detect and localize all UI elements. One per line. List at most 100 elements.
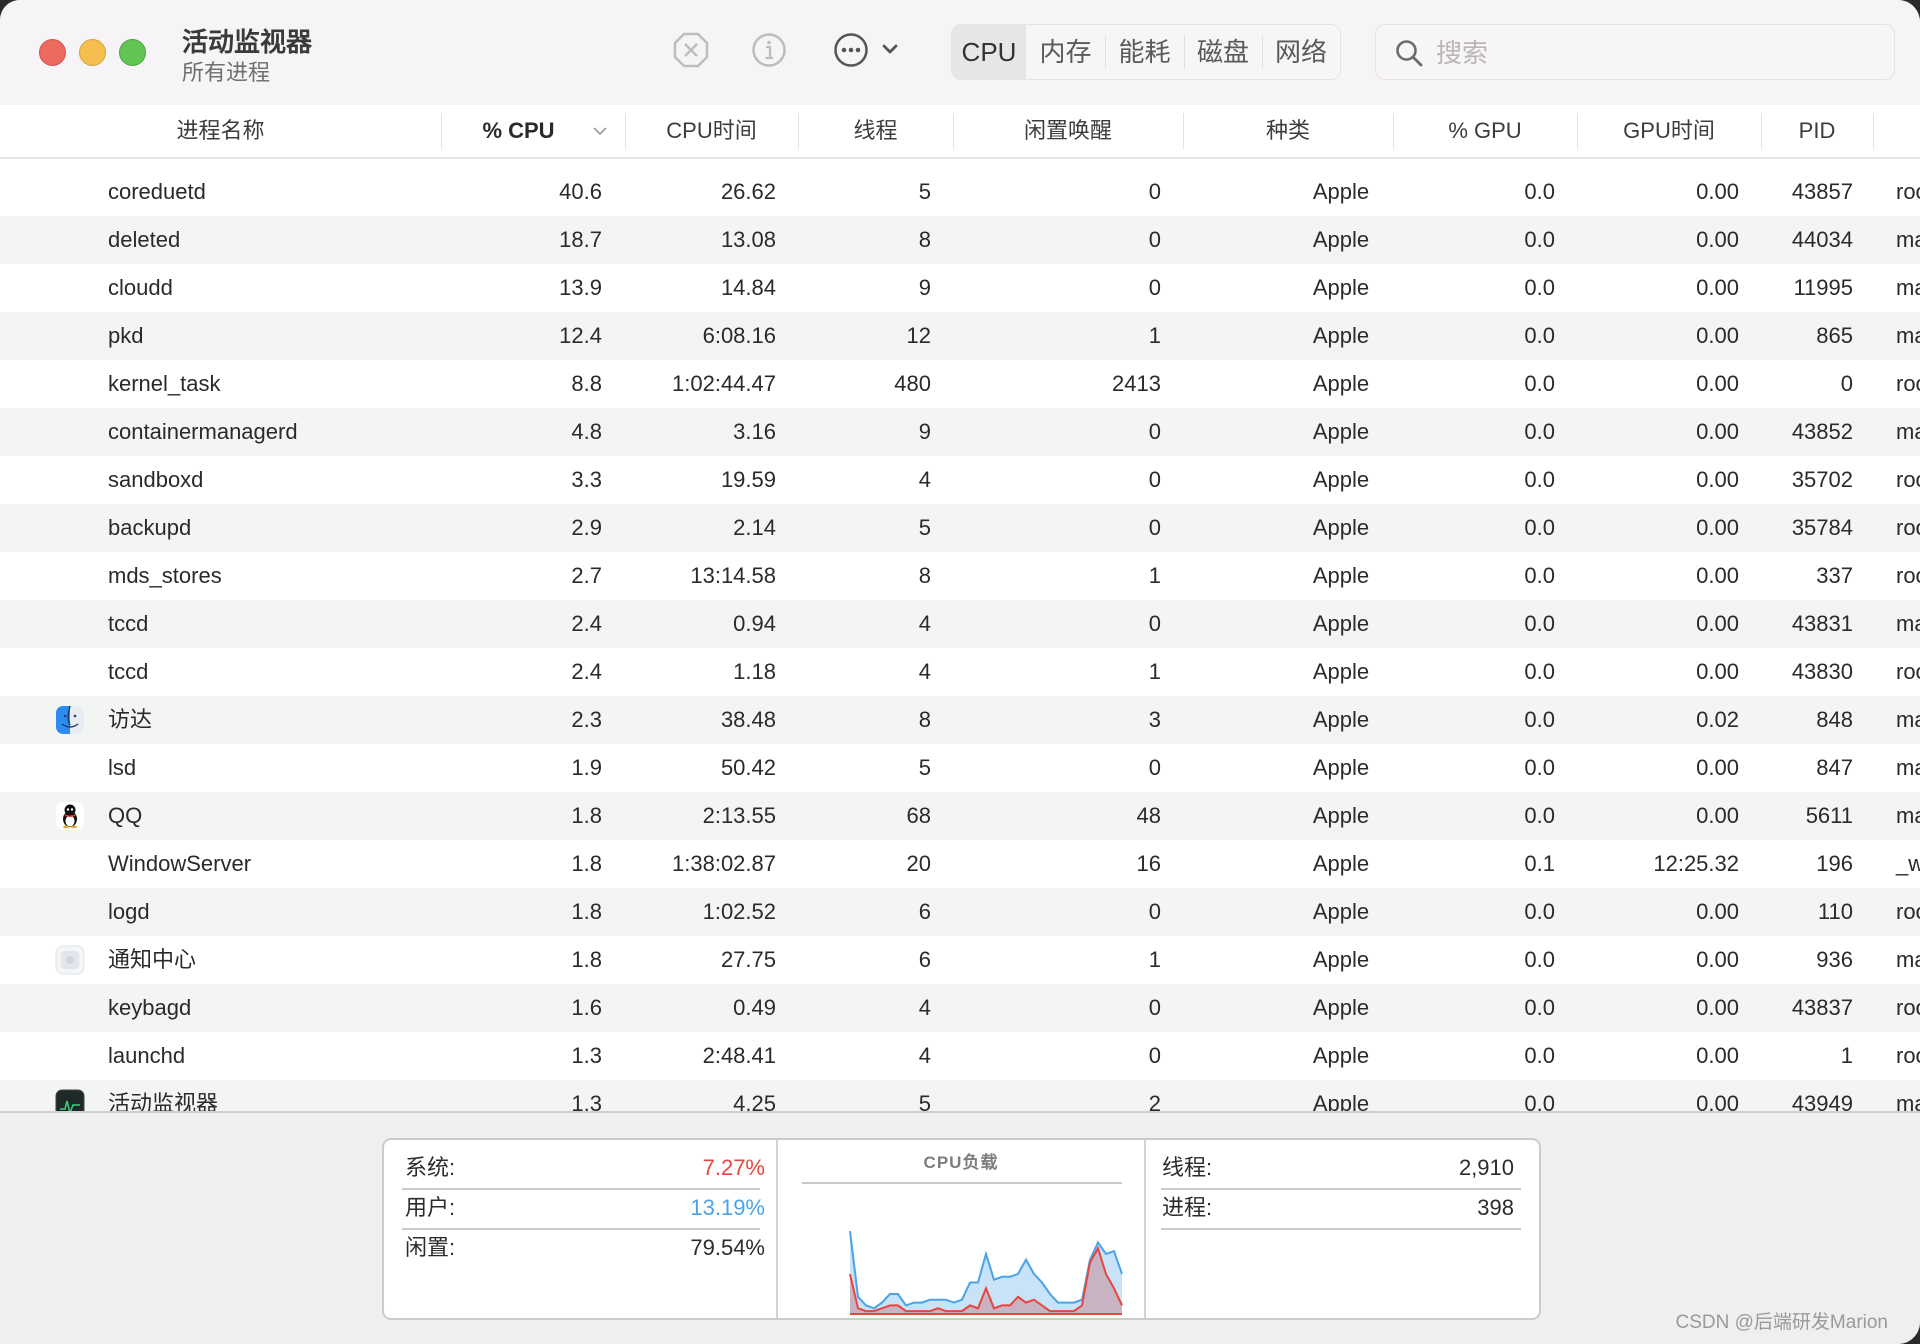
- threads-cell: 6: [918, 947, 931, 972]
- column-header-threads[interactable]: 线程: [798, 105, 953, 157]
- table-row[interactable]: coreduetd40.626.6250Apple0.00.0043857roo: [0, 168, 1920, 216]
- idle-wakeups-cell: 0: [1148, 467, 1161, 492]
- tab-network[interactable]: 网络: [1262, 25, 1340, 79]
- gpu-cell: 0.0: [1524, 419, 1555, 444]
- search-input[interactable]: [1434, 25, 1878, 81]
- table-row[interactable]: pkd12.46:08.16121Apple0.00.00865ma: [0, 312, 1920, 360]
- tab-energy[interactable]: 能耗: [1105, 25, 1184, 79]
- cpu-cell: 8.8: [571, 371, 602, 396]
- search-icon: [1396, 40, 1423, 67]
- close-window-button[interactable]: [39, 39, 66, 66]
- process-name-cell: tccd: [108, 611, 149, 636]
- gpu-cell: 0.0: [1524, 995, 1555, 1020]
- gpu-cell: 0.0: [1524, 803, 1555, 828]
- threads-cell: 4: [918, 467, 931, 492]
- cpu-time-cell: 3.16: [733, 419, 776, 444]
- table-row[interactable]: kernel_task 8.8 1:02:44.47 480 2413 Apple 0.0 0…: [0, 360, 1920, 408]
- pid-cell: 5611: [1805, 803, 1853, 828]
- idle-wakeups-cell: 0: [1148, 227, 1161, 252]
- threads-cell: 4: [918, 1043, 931, 1068]
- cpu-time-cell: 13.08: [720, 227, 776, 252]
- threads-cell: 4: [918, 659, 931, 684]
- table-row[interactable]: 访达2.338.4883Apple0.00.02848ma: [0, 696, 1920, 744]
- cpu-cell: 4.8: [571, 419, 602, 444]
- column-header-gpu[interactable]: % GPU: [1393, 105, 1577, 157]
- gpu-cell: 0.0: [1524, 515, 1555, 540]
- cpu-time-cell: 2:13.55: [702, 803, 776, 828]
- idle-wakeups-cell: 0: [1148, 899, 1161, 924]
- idle-wakeups-cell: 1: [1148, 947, 1161, 972]
- threads-label: 线程:: [1162, 1155, 1213, 1180]
- idle-wakeups-cell: 1: [1148, 563, 1161, 588]
- gpu-time-cell: 0.00: [1696, 899, 1739, 924]
- table-row[interactable]: backupd2.92.1450Apple0.00.0035784roo: [0, 504, 1920, 552]
- table-row[interactable]: QQ1.82:13.556848Apple0.00.005611ma: [0, 792, 1920, 840]
- gpu-time-cell: 0.00: [1696, 323, 1739, 348]
- table-row[interactable]: launchd1.32:48.4140Apple0.00.001roo: [0, 1032, 1920, 1080]
- table-row[interactable]: containermanagerd 4.8 3.16 9 0 Apple 0.0 0.00 43…: [0, 408, 1920, 456]
- user-cell: ma: [1896, 755, 1920, 780]
- table-row[interactable]: lsd1.950.4250Apple0.00.00847ma: [0, 744, 1920, 792]
- threads-cell: 4: [918, 995, 931, 1020]
- column-header-kind[interactable]: 种类: [1183, 105, 1393, 157]
- cpu-time-cell: 4.25: [733, 1091, 776, 1111]
- processes-value: 398: [1477, 1195, 1514, 1220]
- table-row[interactable]: deleted18.713.0880Apple0.00.0044034ma: [0, 216, 1920, 264]
- user-cell: ma: [1896, 947, 1920, 972]
- column-divider[interactable]: [1873, 113, 1874, 149]
- minimize-window-button[interactable]: [79, 39, 106, 66]
- tab-memory[interactable]: 内存: [1026, 25, 1105, 79]
- column-header-gpu-time[interactable]: GPU时间: [1577, 105, 1761, 157]
- zoom-window-button[interactable]: [119, 39, 146, 66]
- pid-cell: 936: [1816, 947, 1853, 972]
- gpu-cell: 0.0: [1524, 1043, 1555, 1068]
- stop-process-button[interactable]: [673, 32, 709, 68]
- table-row[interactable]: 活动监视器1.34.2552Apple0.00.0043949ma: [0, 1080, 1920, 1111]
- idle-wakeups-cell: 2: [1148, 1091, 1161, 1111]
- threads-cell: 20: [906, 851, 931, 876]
- table-row[interactable]: 通知中心1.827.7561Apple0.00.00936ma: [0, 936, 1920, 984]
- process-name-cell: mds_stores: [108, 563, 222, 588]
- table-row[interactable]: keybagd1.60.4940Apple0.00.0043837roo: [0, 984, 1920, 1032]
- table-row[interactable]: logd1.81:02.5260Apple0.00.00110roo: [0, 888, 1920, 936]
- tab-cpu[interactable]: CPU: [952, 25, 1026, 79]
- table-row[interactable]: tccd2.40.9440Apple0.00.0043831ma: [0, 600, 1920, 648]
- table-row[interactable]: cloudd13.914.8490Apple0.00.0011995ma: [0, 264, 1920, 312]
- user-cell: ma: [1896, 803, 1920, 828]
- user-cell: roo: [1896, 995, 1920, 1020]
- table-row[interactable]: mds_stores 2.7 13:14.58 8 1 Apple 0.0 0.00 337 ro…: [0, 552, 1920, 600]
- pid-cell: 35784: [1791, 515, 1853, 540]
- inspect-process-button[interactable]: [751, 32, 787, 68]
- user-cell: ma: [1896, 611, 1920, 636]
- process-name-cell: tccd: [108, 659, 149, 684]
- column-header-process-name[interactable]: 进程名称: [0, 105, 441, 157]
- process-name-cell: QQ: [108, 803, 143, 828]
- system-label: 系统:: [405, 1155, 456, 1180]
- idle-wakeups-cell: 48: [1136, 803, 1161, 828]
- table-row[interactable]: tccd2.41.1841Apple0.00.0043830roo: [0, 648, 1920, 696]
- search-field[interactable]: [1375, 24, 1895, 81]
- more-actions-button[interactable]: [832, 32, 904, 68]
- gpu-time-cell: 0.00: [1696, 563, 1739, 588]
- cpu-time-cell: 0.94: [733, 611, 776, 636]
- tab-disk[interactable]: 磁盘: [1184, 25, 1262, 79]
- column-header-idle-wakeups[interactable]: 闲置唤醒: [953, 105, 1183, 157]
- user-value: 13.19%: [690, 1195, 765, 1220]
- column-header-cpu-time[interactable]: CPU时间: [625, 105, 798, 157]
- idle-wakeups-cell: 0: [1148, 275, 1161, 300]
- cpu-cell: 18.7: [559, 227, 602, 252]
- table-row[interactable]: sandboxd3.319.5940Apple0.00.0035702roo: [0, 456, 1920, 504]
- pid-cell: 196: [1816, 851, 1853, 876]
- process-name-cell: backupd: [108, 515, 192, 540]
- column-header-pid[interactable]: PID: [1761, 105, 1873, 157]
- cpu-load-chart: CPU负载: [778, 1140, 1144, 1318]
- threads-cell: 480: [894, 371, 931, 396]
- column-header-cpu[interactable]: % CPU: [441, 105, 596, 157]
- pid-cell: 43949: [1791, 1091, 1853, 1111]
- processes-label: 进程:: [1162, 1195, 1213, 1220]
- gpu-time-cell: 0.00: [1696, 611, 1739, 636]
- table-row[interactable]: WindowServer 1.8 1:38:02.87 20 16 Apple 0.1 12:…: [0, 840, 1920, 888]
- cpu-cell: 2.4: [571, 659, 602, 684]
- idle-wakeups-cell: 0: [1148, 179, 1161, 204]
- pid-cell: 35702: [1791, 467, 1853, 492]
